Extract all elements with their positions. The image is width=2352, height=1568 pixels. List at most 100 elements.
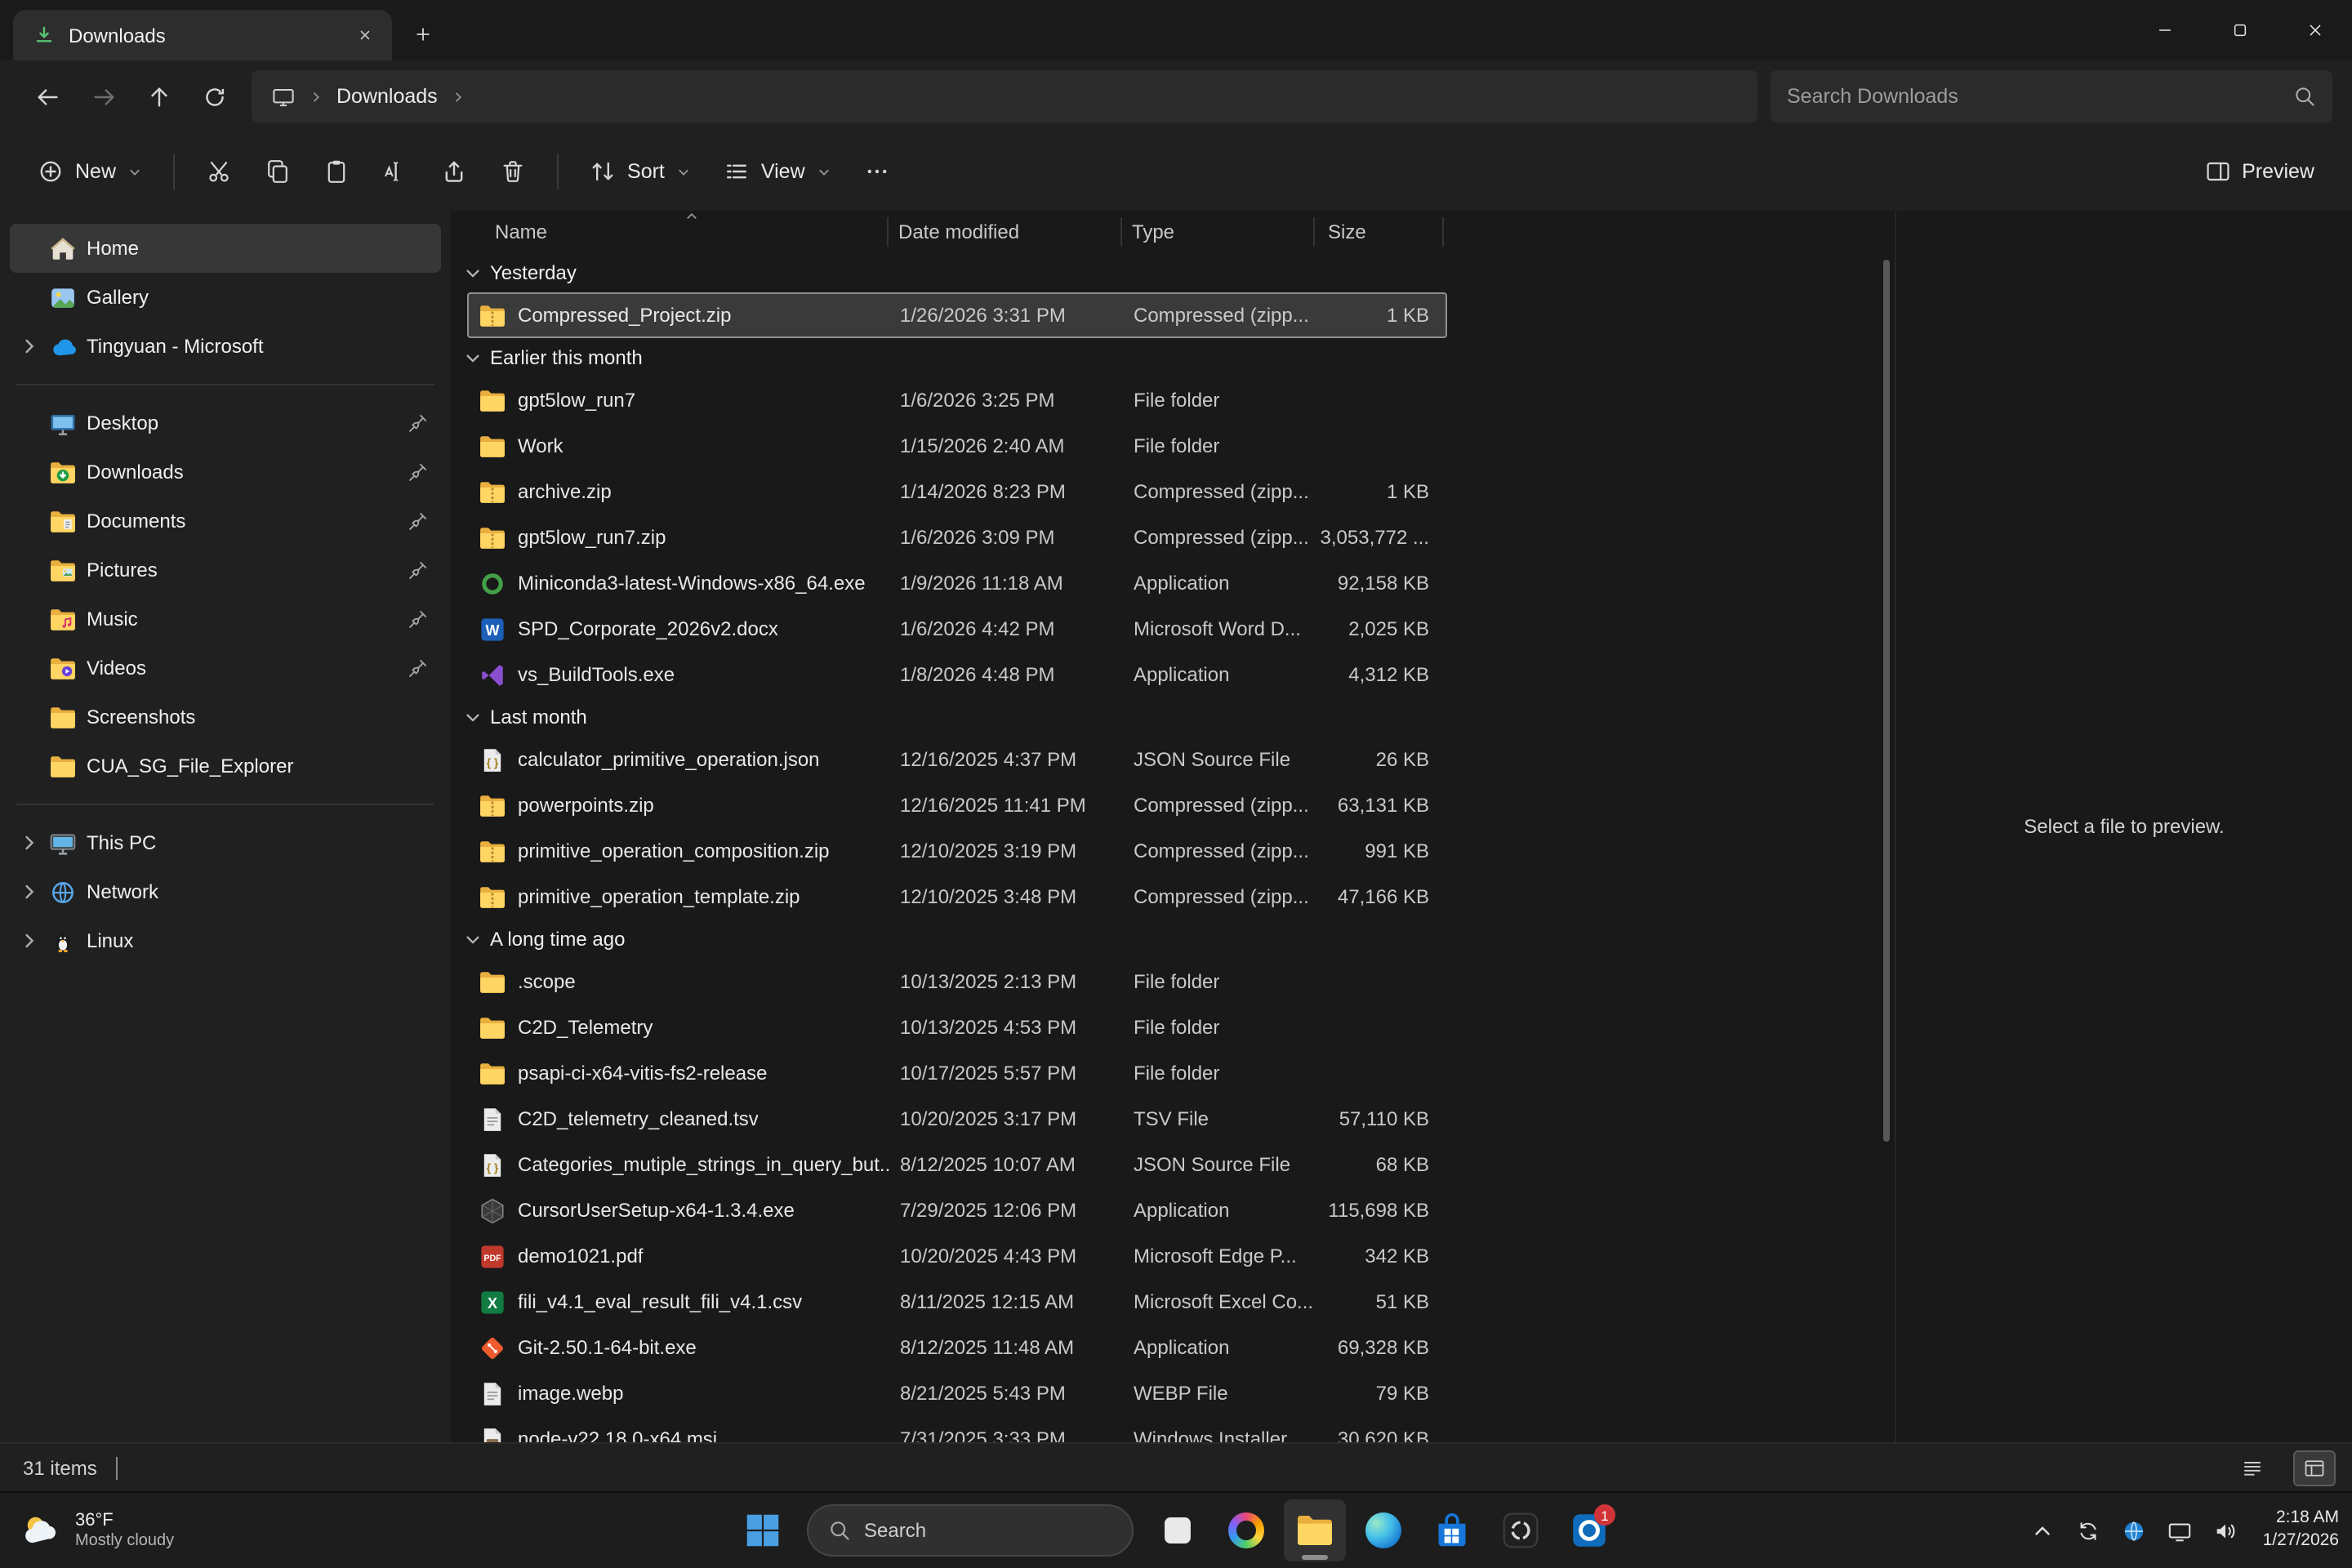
file-row[interactable]: image.webp8/21/2025 5:43 PMWEBP File79 K… <box>467 1370 1447 1416</box>
taskbar-clock[interactable]: 2:18 AM 1/27/2026 <box>2263 1508 2339 1553</box>
preview-toggle-button[interactable]: Preview <box>2189 144 2329 199</box>
sort-button[interactable]: Sort <box>575 144 706 199</box>
file-row[interactable]: C2D_telemetry_cleaned.tsv10/20/2025 3:17… <box>467 1096 1447 1142</box>
taskbar-task-view[interactable] <box>1147 1499 1209 1561</box>
tray-display[interactable] <box>2158 1509 2201 1552</box>
chevron-down-icon[interactable] <box>464 264 482 282</box>
file-row[interactable]: primitive_operation_composition.zip12/10… <box>467 828 1447 874</box>
delete-button[interactable] <box>485 144 541 199</box>
view-button[interactable]: View <box>709 144 846 199</box>
forward-button[interactable] <box>75 70 131 122</box>
tab-close-icon[interactable] <box>350 20 379 50</box>
minimize-button[interactable] <box>2127 0 2202 60</box>
paste-button[interactable] <box>309 144 364 199</box>
taskbar-outlook[interactable]: 1 <box>1558 1499 1620 1561</box>
sidebar-item-screenshots[interactable]: Screenshots <box>10 693 441 742</box>
sidebar-item-cua-sg-file-explorer[interactable]: CUA_SG_File_Explorer <box>10 742 441 791</box>
file-row[interactable]: primitive_operation_template.zip12/10/20… <box>467 874 1447 920</box>
file-row[interactable]: C2D_Telemetry10/13/2025 4:53 PMFile fold… <box>467 1004 1447 1050</box>
vertical-scrollbar[interactable] <box>1883 260 1890 1142</box>
tray-sync[interactable] <box>2067 1509 2109 1552</box>
group-header[interactable]: Last month <box>451 697 1895 737</box>
chevron-right-icon[interactable] <box>20 931 39 951</box>
cut-button[interactable] <box>191 144 247 199</box>
taskbar-edge[interactable] <box>1352 1499 1414 1561</box>
up-button[interactable] <box>131 70 186 122</box>
column-header-type[interactable]: Type <box>1122 217 1315 247</box>
sidebar-item-pictures[interactable]: Pictures <box>10 546 441 595</box>
sidebar-item-linux[interactable]: Linux <box>10 916 441 965</box>
chevron-right-icon[interactable] <box>20 882 39 902</box>
close-button[interactable] <box>2277 0 2352 60</box>
taskbar-file-explorer[interactable] <box>1284 1499 1346 1561</box>
taskbar-store[interactable] <box>1421 1499 1483 1561</box>
refresh-button[interactable] <box>186 70 242 122</box>
search-icon[interactable] <box>2293 85 2316 108</box>
tray-volume[interactable] <box>2204 1509 2247 1552</box>
back-button[interactable] <box>20 70 75 122</box>
file-row[interactable]: Miniconda3-latest-Windows-x86_64.exe1/9/… <box>467 560 1447 606</box>
rename-button[interactable] <box>368 144 423 199</box>
sidebar-item-videos[interactable]: Videos <box>10 644 441 693</box>
group-header[interactable]: Earlier this month <box>451 338 1895 377</box>
more-options-button[interactable] <box>849 144 905 199</box>
sidebar-item-home[interactable]: Home <box>10 224 441 273</box>
weather-widget[interactable]: 36°F Mostly cloudy <box>0 1493 194 1568</box>
file-row[interactable]: gpt5low_run7.zip1/6/2026 3:09 PMCompress… <box>467 514 1447 560</box>
chevron-down-icon[interactable] <box>464 930 482 948</box>
file-row[interactable]: node-v22.18.0-x64.msi7/31/2025 3:33 PMWi… <box>467 1416 1447 1442</box>
file-row[interactable]: archive.zip1/14/2026 8:23 PMCompressed (… <box>467 469 1447 514</box>
share-button[interactable] <box>426 144 482 199</box>
taskbar-start[interactable] <box>732 1499 794 1561</box>
file-row[interactable]: Work1/15/2026 2:40 AMFile folder <box>467 423 1447 469</box>
search-input[interactable] <box>1787 85 2280 108</box>
file-row[interactable]: powerpoints.zip12/16/2025 11:41 PMCompre… <box>467 782 1447 828</box>
maximize-button[interactable] <box>2202 0 2277 60</box>
sidebar-item-onedrive[interactable]: Tingyuan - Microsoft <box>10 322 441 371</box>
file-row[interactable]: Xfili_v4.1_eval_result_fili_v4.1.csv8/11… <box>467 1279 1447 1325</box>
list-view-toggle[interactable] <box>2231 1450 2274 1486</box>
group-header[interactable]: Yesterday <box>451 253 1895 292</box>
column-header-date-modified[interactable]: Date modified <box>889 217 1122 247</box>
chevron-right-icon[interactable] <box>20 833 39 853</box>
new-button[interactable]: New <box>23 144 157 199</box>
sidebar-item-network[interactable]: Network <box>10 867 441 916</box>
tray-chevron-up-tray[interactable] <box>2021 1509 2064 1552</box>
chevron-right-icon[interactable] <box>20 336 39 356</box>
sidebar-item-gallery[interactable]: Gallery <box>10 273 441 322</box>
file-row[interactable]: Compressed_Project.zip1/26/2026 3:31 PMC… <box>467 292 1447 338</box>
chevron-down-icon[interactable] <box>464 708 482 726</box>
sidebar-item-label: Desktop <box>87 412 397 434</box>
sidebar-item-this-pc[interactable]: This PC <box>10 818 441 867</box>
file-row[interactable]: { }calculator_primitive_operation.json12… <box>467 737 1447 782</box>
breadcrumb[interactable]: Downloads <box>336 85 438 108</box>
file-row[interactable]: CursorUserSetup-x64-1.3.4.exe7/29/2025 1… <box>467 1187 1447 1233</box>
sidebar-item-downloads[interactable]: Downloads <box>10 448 441 497</box>
copy-button[interactable] <box>250 144 305 199</box>
file-row[interactable]: .scope10/13/2025 2:13 PMFile folder <box>467 959 1447 1004</box>
file-row[interactable]: gpt5low_run71/6/2026 3:25 PMFile folder <box>467 377 1447 423</box>
new-tab-button[interactable] <box>402 13 444 56</box>
tray-globe[interactable] <box>2113 1509 2155 1552</box>
taskbar-search[interactable]: Search <box>807 1504 1134 1557</box>
group-header[interactable]: A long time ago <box>451 920 1895 959</box>
sidebar-item-documents[interactable]: Documents <box>10 497 441 546</box>
file-row[interactable]: PDFdemo1021.pdf10/20/2025 4:43 PMMicroso… <box>467 1233 1447 1279</box>
explorer-tab[interactable]: Downloads <box>13 10 392 60</box>
sidebar-divider <box>16 804 434 805</box>
sidebar-item-desktop[interactable]: Desktop <box>10 399 441 448</box>
taskbar-copilot[interactable] <box>1215 1499 1277 1561</box>
file-name: archive.zip <box>518 480 612 503</box>
chevron-down-icon[interactable] <box>464 349 482 367</box>
taskbar-app-dark[interactable] <box>1490 1499 1552 1561</box>
file-row[interactable]: vs_BuildTools.exe1/8/2026 4:48 PMApplica… <box>467 652 1447 697</box>
column-header-size[interactable]: Size <box>1315 217 1444 247</box>
sidebar-item-music[interactable]: Music <box>10 595 441 644</box>
column-header-name[interactable]: Name <box>467 217 889 247</box>
address-bar[interactable]: Downloads <box>252 70 1757 122</box>
file-row[interactable]: { }Categories_mutiple_strings_in_query_b… <box>467 1142 1447 1187</box>
file-row[interactable]: Git-2.50.1-64-bit.exe8/12/2025 11:48 AMA… <box>467 1325 1447 1370</box>
file-row[interactable]: psapi-ci-x64-vitis-fs2-release10/17/2025… <box>467 1050 1447 1096</box>
details-view-toggle[interactable] <box>2293 1450 2336 1486</box>
file-row[interactable]: WSPD_Corporate_2026v2.docx1/6/2026 4:42 … <box>467 606 1447 652</box>
